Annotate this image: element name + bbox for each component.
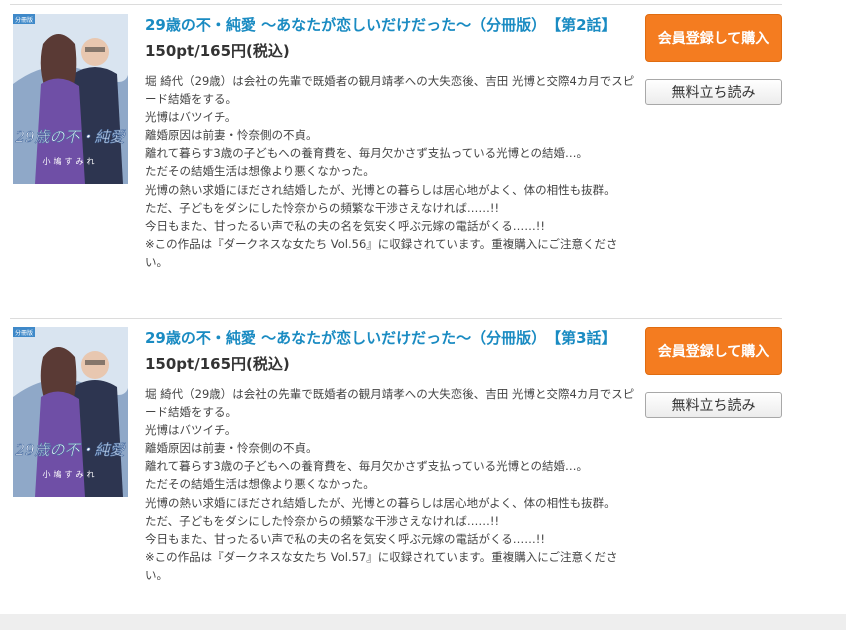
product-description: 堀 綺代（29歳）は会社の先輩で既婚者の観月靖孝への大失恋後、吉田 光博と交際4… [145,385,635,584]
description-line: ただその結婚生活は想像より悪くなかった。 [145,164,375,179]
cover-badge-text: 分冊版 [15,16,33,24]
description-line: 今日もまた、甘ったるい声で私の夫の名を気安く呼ぶ元嫁の電話がくる……!! [145,218,545,233]
top-divider [10,4,782,5]
description-line: 光博の熱い求婚にほだされ結婚したが、光博との暮らしは居心地がよく、体の相性も抜群… [145,182,616,197]
description-line: 離れて暮らす3歳の子どもへの養育費を、毎月欠かさず支払っている光博との結婚…。 [145,146,589,161]
bottom-scroll-area [0,614,846,630]
description-line: 光博の熱い求婚にほだされ結婚したが、光博との暮らしは居心地がよく、体の相性も抜群… [145,495,616,510]
description-line: 離婚原因は前妻・怜奈側の不貞。 [145,441,318,456]
description-line: 離れて暮らす3歳の子どもへの養育費を、毎月欠かさず支払っている光博との結婚…。 [145,459,589,474]
cover-author-text: 小鳩すみれ [43,469,98,479]
description-line: 離婚原因は前妻・怜奈側の不貞。 [145,128,318,143]
cover-author-text: 小鳩すみれ [43,156,98,166]
description-line: 堀 綺代（29歳）は会社の先輩で既婚者の観月靖孝への大失恋後、吉田 光博と交際4… [145,387,635,420]
register-and-buy-button[interactable]: 会員登録して購入 [645,14,782,62]
cover-title-text: 29歳の不・純愛 [14,441,126,459]
product-description: 堀 綺代（29歳）は会社の先輩で既婚者の観月靖孝への大失恋後、吉田 光博と交際4… [145,72,635,271]
description-line: ただ、子どもをダシにした怜奈からの頻繁な干渉さえなければ……!! [145,200,500,215]
description-line: 今日もまた、甘ったるい声で私の夫の名を気安く呼ぶ元嫁の電話がくる……!! [145,531,545,546]
item-divider [10,318,782,319]
description-line: ※この作品は『ダークネスな女たち Vol.56』に収録されています。重複購入にご… [145,236,618,269]
description-line: 光博はバツイチ。 [145,110,237,125]
description-line: ※この作品は『ダークネスな女たち Vol.57』に収録されています。重複購入にご… [145,549,618,582]
free-preview-button[interactable]: 無料立ち読み [645,79,782,105]
description-line: 堀 綺代（29歳）は会社の先輩で既婚者の観月靖孝への大失恋後、吉田 光博と交際4… [145,74,635,107]
register-and-buy-button[interactable]: 会員登録して購入 [645,327,782,375]
description-line: 光博はバツイチ。 [145,423,237,438]
cover-image[interactable]: 分冊版 29歳の不・純愛 小鳩すみれ [13,327,128,497]
cover-image[interactable]: 分冊版 29歳の不・純愛 小鳩すみれ [13,14,128,184]
cover-title-text: 29歳の不・純愛 [14,128,126,146]
free-preview-button[interactable]: 無料立ち読み [645,392,782,418]
description-line: ただ、子どもをダシにした怜奈からの頻繁な干渉さえなければ……!! [145,513,500,528]
product-title-link[interactable]: 29歳の不・純愛 ～あなたが恋しいだけだった～（分冊版） 【第2話】 [145,14,635,36]
description-line: ただその結婚生活は想像より悪くなかった。 [145,477,375,492]
product-price: 150pt/165円(税込) [145,42,290,60]
product-info: 29歳の不・純愛 ～あなたが恋しいだけだった～（分冊版） 【第2話】 150pt… [145,14,635,271]
cover-badge-text: 分冊版 [15,329,33,337]
product-price: 150pt/165円(税込) [145,355,290,373]
product-info: 29歳の不・純愛 ～あなたが恋しいだけだった～（分冊版） 【第3話】 150pt… [145,327,635,584]
product-title-link[interactable]: 29歳の不・純愛 ～あなたが恋しいだけだった～（分冊版） 【第3話】 [145,327,635,349]
